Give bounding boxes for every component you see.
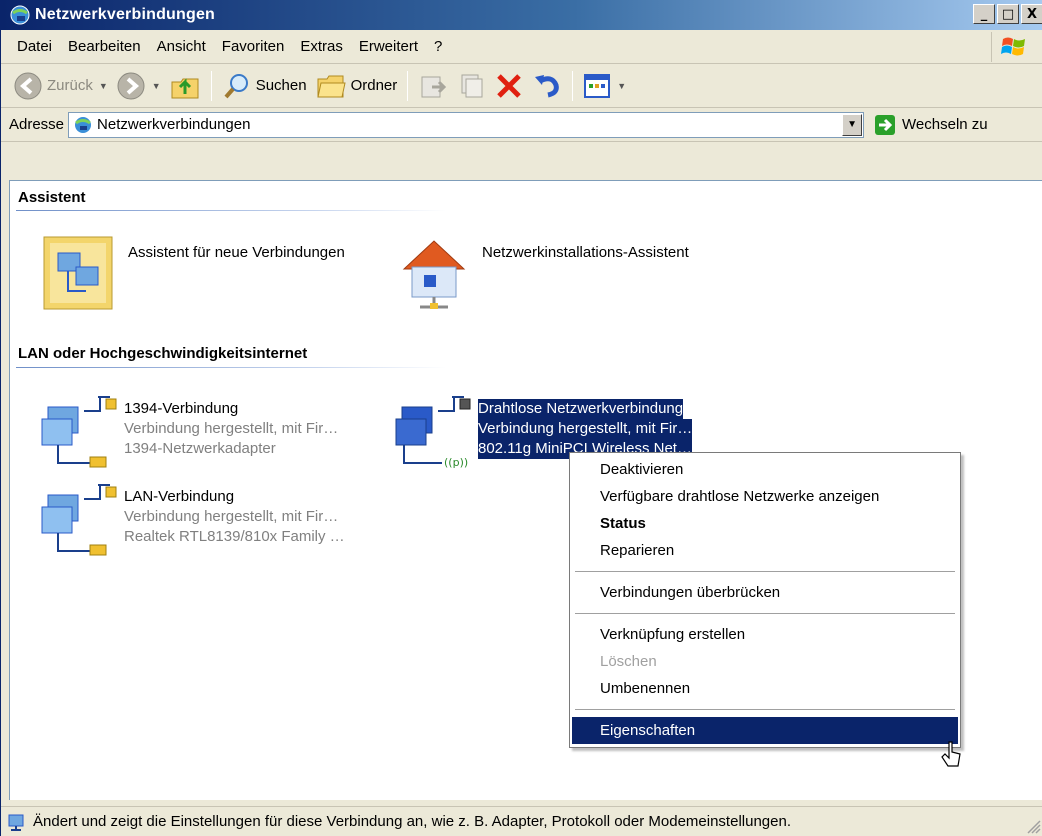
- new-connection-wizard-icon: [43, 236, 113, 310]
- ctx-create-shortcut[interactable]: Verknüpfung erstellen: [572, 621, 958, 648]
- ctx-deactivate[interactable]: Deaktivieren: [572, 456, 958, 483]
- group-header-lan: LAN oder Hochgeschwindigkeitsinternet: [18, 345, 308, 362]
- toolbar: Zurück ▼ ▼ Suchen Ordner ▼: [1, 64, 1042, 108]
- connection-lan[interactable]: LAN-Verbindung Verbindung hergestellt, m…: [40, 481, 345, 561]
- menu-ansicht[interactable]: Ansicht: [149, 38, 214, 55]
- lan-connection-icon: [41, 484, 117, 556]
- connection-status-icon: [8, 814, 24, 831]
- go-arrow-icon: [875, 114, 896, 135]
- search-icon: [224, 73, 248, 98]
- connection-device: 1394-Netzwerkadapter: [124, 440, 276, 457]
- menu-extras[interactable]: Extras: [292, 38, 351, 55]
- undo-icon: [535, 74, 560, 97]
- connection-status: Verbindung hergestellt, mit Fir…: [124, 508, 339, 525]
- folders-button[interactable]: Ordner: [311, 67, 402, 105]
- delete-button[interactable]: [490, 67, 528, 105]
- menu-separator: [575, 709, 955, 710]
- search-label: Suchen: [255, 77, 307, 94]
- views-dropdown-icon[interactable]: ▼: [617, 81, 626, 91]
- menu-separator: [575, 571, 955, 572]
- delete-x-icon: [497, 73, 522, 98]
- group-header-assistent: Assistent: [18, 189, 86, 206]
- toolbar-separator: [407, 70, 409, 101]
- context-menu: Deaktivieren Verfügbare drahtlose Netzwe…: [569, 452, 961, 748]
- undo-button[interactable]: [528, 67, 566, 105]
- status-text: Ändert und zeigt die Einstellungen für d…: [33, 813, 791, 830]
- address-input[interactable]: Netzwerkverbindungen ▼: [68, 111, 865, 138]
- network-connections-icon: [10, 5, 30, 25]
- folders-icon: [316, 75, 346, 97]
- address-dropdown-icon[interactable]: ▼: [842, 113, 863, 136]
- lan-connection-icon: [41, 396, 117, 468]
- back-dropdown-icon[interactable]: ▼: [99, 81, 108, 91]
- go-label: Wechseln zu: [902, 116, 988, 133]
- status-bar: Ändert und zeigt die Einstellungen für d…: [1, 806, 1042, 836]
- network-setup-wizard-icon: [402, 240, 466, 309]
- resize-grip-icon[interactable]: [1025, 818, 1041, 834]
- mouse-cursor-icon: [941, 741, 961, 767]
- menu-separator: [575, 613, 955, 614]
- back-label: Zurück: [47, 77, 93, 94]
- ctx-delete: Löschen: [600, 653, 657, 670]
- group-divider: [16, 210, 446, 211]
- ctx-repair[interactable]: Reparieren: [572, 537, 958, 564]
- move-to-icon: [421, 76, 447, 97]
- folders-label: Ordner: [350, 77, 398, 94]
- menu-erweitert[interactable]: Erweitert: [351, 38, 426, 55]
- back-arrow-icon: [14, 72, 42, 99]
- back-button[interactable]: Zurück ▼: [9, 67, 112, 105]
- move-to-button[interactable]: [414, 67, 452, 105]
- wizard-label: Assistent für neue Verbindungen: [128, 244, 345, 261]
- wireless-connection-icon: ((p)): [395, 396, 471, 469]
- menu-bar: Datei Bearbeiten Ansicht Favoriten Extra…: [1, 30, 1042, 64]
- views-icon: [584, 73, 611, 98]
- ctx-rename[interactable]: Umbenennen: [572, 675, 958, 702]
- forward-arrow-icon: [117, 72, 145, 99]
- maximize-button[interactable]: □: [997, 4, 1019, 24]
- forward-dropdown-icon[interactable]: ▼: [152, 81, 161, 91]
- title-bar[interactable]: Netzwerkverbindungen _ □ X: [1, 0, 1042, 30]
- connection-name: 1394-Verbindung: [124, 400, 239, 417]
- group-divider: [16, 367, 446, 368]
- wizard-network-setup[interactable]: Netzwerkinstallations-Assistent: [394, 233, 689, 313]
- toolbar-separator: [572, 70, 574, 101]
- minimize-button[interactable]: _: [973, 4, 995, 24]
- menu-help[interactable]: ?: [426, 38, 450, 55]
- up-folder-icon: [171, 77, 199, 98]
- ctx-show-wireless-networks[interactable]: Verfügbare drahtlose Netzwerke anzeigen: [572, 483, 958, 510]
- connection-name: Drahtlose Netzwerkverbindung: [478, 399, 684, 419]
- connection-status: Verbindung hergestellt, mit Fir…: [478, 419, 693, 439]
- menu-bearbeiten[interactable]: Bearbeiten: [60, 38, 149, 55]
- address-value: Netzwerkverbindungen: [97, 116, 251, 133]
- close-button[interactable]: X: [1021, 4, 1042, 24]
- go-button[interactable]: Wechseln zu: [874, 114, 988, 136]
- address-bar: Adresse Netzwerkverbindungen ▼ Wechseln …: [1, 108, 1042, 142]
- toolbar-separator: [210, 70, 212, 101]
- connection-device: Realtek RTL8139/810x Family …: [124, 528, 345, 545]
- address-label: Adresse: [9, 116, 65, 133]
- ctx-properties[interactable]: Eigenschaften: [572, 717, 958, 744]
- copy-to-icon: [461, 74, 483, 97]
- connection-1394[interactable]: 1394-Verbindung Verbindung hergestellt, …: [40, 393, 338, 473]
- connection-name: LAN-Verbindung: [124, 488, 235, 505]
- ctx-status[interactable]: Status: [572, 510, 958, 537]
- window-title: Netzwerkverbindungen: [35, 6, 216, 23]
- copy-to-button[interactable]: [452, 67, 490, 105]
- connection-status: Verbindung hergestellt, mit Fir…: [124, 420, 339, 437]
- views-button[interactable]: ▼: [579, 67, 630, 105]
- explorer-window: Netzwerkverbindungen _ □ X Datei Bearbei…: [0, 0, 1042, 836]
- wizard-new-connection[interactable]: Assistent für neue Verbindungen: [40, 233, 345, 313]
- svg-text:((p)): ((p)): [444, 456, 468, 469]
- forward-button[interactable]: ▼: [112, 67, 165, 105]
- windows-logo-icon: [991, 32, 1035, 62]
- ctx-bridge-connections[interactable]: Verbindungen überbrücken: [572, 579, 958, 606]
- up-folder-button[interactable]: [165, 67, 205, 105]
- wizard-label: Netzwerkinstallations-Assistent: [482, 244, 689, 261]
- network-connections-icon: [75, 116, 92, 133]
- search-button[interactable]: Suchen: [218, 67, 311, 105]
- menu-favoriten[interactable]: Favoriten: [214, 38, 293, 55]
- menu-datei[interactable]: Datei: [9, 38, 60, 55]
